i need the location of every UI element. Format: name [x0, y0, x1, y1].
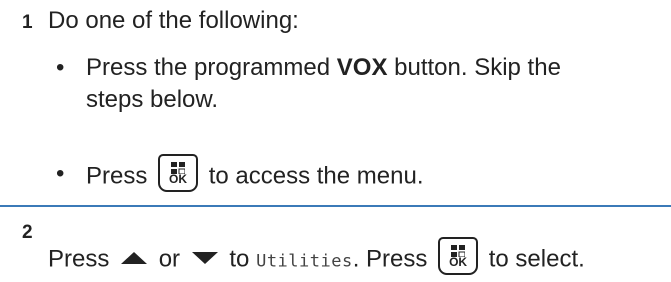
- bullet-text-pre: Press: [86, 162, 148, 190]
- bullet-text-pre: Press the programmed: [86, 54, 337, 81]
- step-divider: [0, 205, 671, 207]
- step-2-or: or: [158, 245, 181, 273]
- bullet-marker: •: [56, 160, 65, 187]
- vox-button-name: VOX: [336, 54, 388, 81]
- step-2-post: to select.: [488, 245, 585, 273]
- ok-key-label: OK: [169, 172, 188, 186]
- down-arrow-icon: [191, 252, 218, 264]
- bullet-vox-text-line2: steps below.: [86, 86, 219, 113]
- step-2-press: . Press: [352, 245, 428, 273]
- up-arrow-icon: [121, 252, 148, 264]
- step-2-pre: Press: [48, 245, 110, 273]
- bullet-menu-text: Press OK to access the menu.: [86, 154, 424, 196]
- menu-item-utilities: Utilities: [256, 251, 353, 272]
- ok-key-label: OK: [449, 255, 468, 269]
- menu-ok-key-icon: OK: [158, 154, 199, 192]
- step-2-to: to: [229, 245, 250, 273]
- bullet-marker: •: [56, 54, 65, 81]
- step-intro: Do one of the following:: [48, 7, 299, 34]
- bullet-text-post: to access the menu.: [208, 162, 424, 190]
- bullet-vox-text: Press the programmed VOX button. Skip th…: [86, 52, 561, 84]
- step-number: 2: [22, 222, 33, 243]
- menu-ok-key-icon: OK: [438, 237, 479, 275]
- step-2-text: Press or to Utilities. Press OK to selec…: [48, 237, 585, 279]
- step-number: 1: [22, 12, 33, 33]
- bullet-text-post: button. Skip the: [387, 54, 561, 81]
